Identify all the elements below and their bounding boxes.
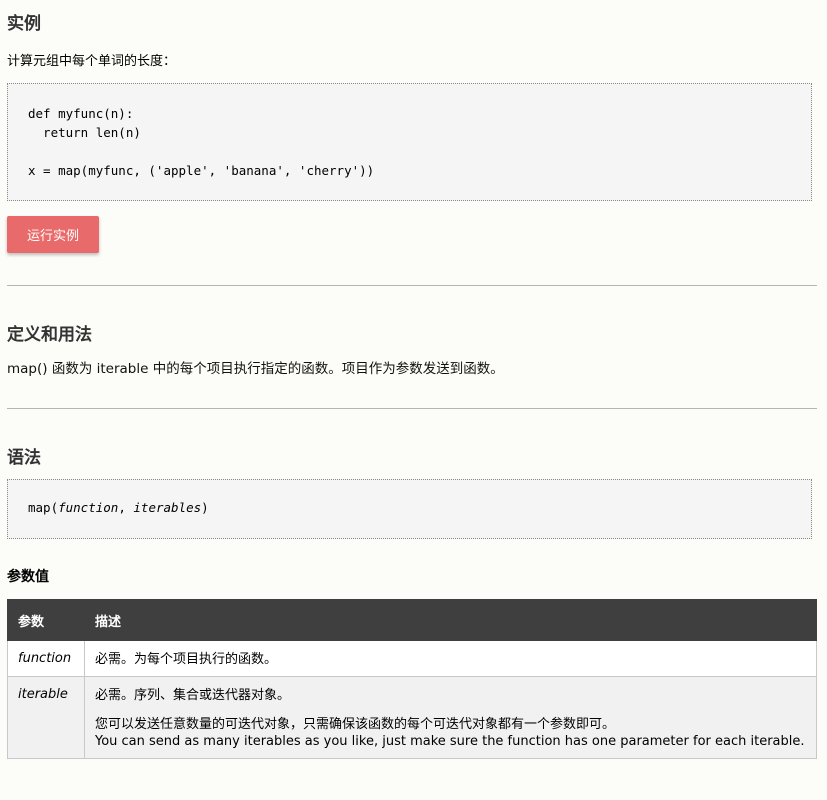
run-example-button[interactable]: 运行实例 bbox=[7, 216, 99, 253]
divider bbox=[7, 285, 817, 286]
param-name: function bbox=[7, 640, 85, 677]
param-description: 必需。为每个项目执行的函数。 bbox=[84, 640, 817, 677]
parameters-heading: 参数值 bbox=[7, 569, 49, 585]
param-description-text: 您可以发送任意数量的可迭代对象，只需确保该函数的每个可迭代对象都有一个参数即可。 bbox=[95, 717, 616, 732]
table-header-row: 参数 描述 bbox=[7, 599, 817, 641]
code-line: def myfunc(n): bbox=[28, 106, 134, 121]
syntax-separator: , bbox=[118, 500, 134, 515]
page: 实例 计算元组中每个单词的长度： def myfunc(n): return l… bbox=[0, 0, 827, 800]
parameters-table: 参数 描述 function 必需。为每个项目执行的函数。 iterable 必… bbox=[7, 599, 817, 759]
syntax-heading: 语法 bbox=[7, 448, 41, 468]
syntax-line: map(function, iterables) bbox=[28, 500, 209, 515]
example-description: 计算元组中每个单词的长度： bbox=[7, 54, 177, 69]
param-description-text: You can send as many iterables as you li… bbox=[95, 734, 805, 749]
example-heading: 实例 bbox=[7, 14, 41, 34]
param-name: iterable bbox=[7, 676, 85, 759]
divider bbox=[7, 408, 817, 409]
syntax-arg-function: function bbox=[58, 500, 119, 515]
definition-heading: 定义和用法 bbox=[7, 325, 92, 345]
column-header-description: 描述 bbox=[84, 599, 817, 641]
definition-text: map() 函数为 iterable 中的每个项目执行指定的函数。项目作为参数发… bbox=[7, 361, 504, 377]
code-line: return len(n) bbox=[28, 125, 141, 140]
syntax-prefix: map( bbox=[28, 500, 59, 515]
param-description-text: 必需。为每个项目执行的函数。 bbox=[95, 652, 278, 667]
syntax-code-block: map(function, iterables) bbox=[7, 479, 812, 539]
column-header-param: 参数 bbox=[7, 599, 85, 641]
syntax-suffix: ) bbox=[201, 500, 209, 515]
example-code-block: def myfunc(n): return len(n) x = map(myf… bbox=[7, 83, 812, 201]
syntax-arg-iterables: iterables bbox=[133, 500, 202, 515]
table-row: function 必需。为每个项目执行的函数。 bbox=[7, 640, 817, 677]
param-description: 必需。序列、集合或迭代器对象。 您可以发送任意数量的可迭代对象，只需确保该函数的… bbox=[84, 676, 817, 759]
param-description-text: 必需。序列、集合或迭代器对象。 bbox=[95, 688, 291, 703]
code-line: x = map(myfunc, ('apple', 'banana', 'che… bbox=[28, 163, 375, 178]
table-row: iterable 必需。序列、集合或迭代器对象。 您可以发送任意数量的可迭代对象… bbox=[7, 676, 817, 759]
